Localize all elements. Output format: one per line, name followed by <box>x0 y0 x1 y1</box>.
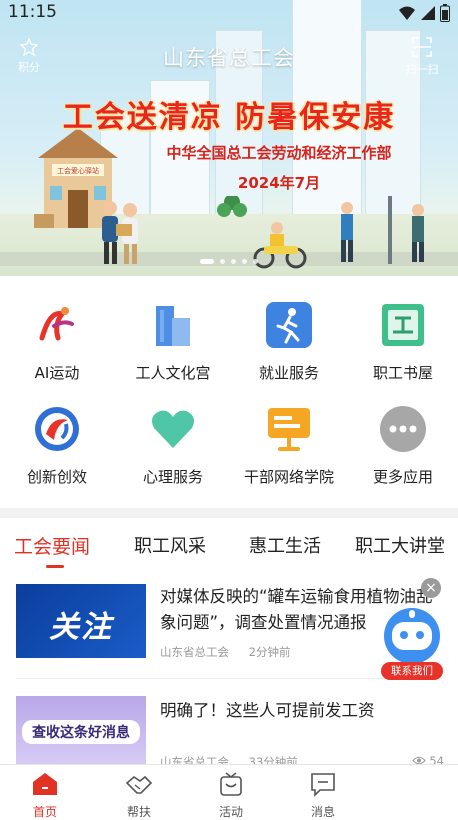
service-label: 心理服务 <box>142 468 203 486</box>
service-book-house[interactable]: 职工书屋 <box>346 300 458 383</box>
news-item[interactable]: 查收这条好消息 明确了！这些人可提前发工资 山东省总工会 33分钟前 54 <box>0 696 458 769</box>
news-tabs: 工会要闻 职工风采 惠工生活 职工大讲堂 <box>0 518 458 570</box>
service-label: 干部网络学院 <box>243 468 334 486</box>
culture-palace-icon <box>156 306 190 346</box>
bottom-nav: 首页 帮扶 活动 消息 <box>0 764 458 820</box>
house-sign-text: 工会爱心驿站 <box>57 166 99 175</box>
ai-sport-icon <box>39 307 74 341</box>
service-innovation[interactable]: 创新创效 <box>0 404 114 487</box>
heart-icon <box>152 410 194 448</box>
employment-icon <box>266 302 312 348</box>
carousel-dot[interactable] <box>253 259 258 264</box>
service-culture-palace[interactable]: 工人文化宫 <box>116 300 230 383</box>
nav-activity[interactable]: 活动 <box>196 771 266 820</box>
network-academy-icon <box>268 408 310 451</box>
scan-button[interactable]: 扫一扫 <box>404 36 440 77</box>
carousel-dot[interactable] <box>242 259 247 264</box>
status-time: 11:15 <box>8 2 57 22</box>
service-label: 职工书屋 <box>372 364 433 382</box>
news-title: 明确了！这些人可提前发工资 <box>160 701 375 720</box>
banner-date: 2024年7月 <box>237 174 321 192</box>
more-icon <box>380 406 426 452</box>
nav-label: 帮扶 <box>126 805 151 819</box>
top-bar: 积分 山东省总工会 扫一扫 <box>0 36 458 80</box>
news-time: 2分钟前 <box>248 645 291 659</box>
contact-us-label: 联系我们 <box>381 662 443 680</box>
service-label: AI运动 <box>34 364 80 382</box>
signal-icon <box>421 6 435 20</box>
tab-worker-style[interactable]: 职工风采 <box>134 532 206 558</box>
status-icons <box>398 4 450 22</box>
tab-union-news[interactable]: 工会要闻 <box>14 532 90 559</box>
news-source: 山东省总工会 <box>160 645 229 659</box>
service-network-academy[interactable]: 干部网络学院 <box>232 404 346 487</box>
nav-messages[interactable]: 消息 <box>288 771 358 820</box>
news-thumbnail: 关注 <box>16 584 146 658</box>
nav-label: 活动 <box>218 805 243 819</box>
scan-label: 扫一扫 <box>405 63 439 76</box>
thumbnail-text: 查收这条好消息 <box>22 720 140 744</box>
carousel-dot[interactable] <box>231 259 236 264</box>
robot-icon <box>384 608 440 664</box>
banner-headline: 工会送清凉 防暑保安康 <box>62 100 396 135</box>
carousel-dot-active[interactable] <box>200 259 214 264</box>
section-separator <box>0 508 458 518</box>
service-employment[interactable]: 就业服务 <box>232 300 346 383</box>
activity-icon <box>220 772 242 796</box>
service-label: 工人文化宫 <box>135 364 211 382</box>
nav-home[interactable]: 首页 <box>10 771 80 820</box>
thumbnail-text: 关注 <box>49 610 113 645</box>
contact-us-robot[interactable]: 联系我们 <box>378 606 446 682</box>
nav-label: 首页 <box>32 805 57 819</box>
tab-lecture-hall[interactable]: 职工大讲堂 <box>355 532 445 558</box>
innovation-icon <box>35 407 79 451</box>
battery-icon <box>440 4 450 22</box>
carousel-dot[interactable] <box>220 259 225 264</box>
service-grid: AI运动 工人文化宫 就业服务 职工书屋 创新创效 心理服务 干部网络学院 更多… <box>0 276 458 508</box>
service-more[interactable]: 更多应用 <box>346 404 458 487</box>
handshake-icon <box>125 775 153 794</box>
tab-worker-life[interactable]: 惠工生活 <box>249 532 321 558</box>
app-title: 山东省总工会 <box>163 46 295 70</box>
carousel-indicator <box>0 259 458 264</box>
service-label: 创新创效 <box>26 468 87 486</box>
wifi-icon <box>399 6 415 20</box>
app-screen: 工会爱心驿站 工会送清凉 防暑保安康 中华全国总工会劳动和经济工作部 2024年… <box>0 0 458 820</box>
nav-label: 消息 <box>310 805 335 819</box>
news-thumbnail: 查收这条好消息 <box>16 696 146 764</box>
service-label: 就业服务 <box>258 364 319 382</box>
nav-assist[interactable]: 帮扶 <box>104 771 174 820</box>
news-meta: 山东省总工会 2分钟前 <box>160 644 290 660</box>
service-ai-sport[interactable]: AI运动 <box>0 300 114 383</box>
service-label: 更多应用 <box>372 468 433 486</box>
close-float-button[interactable]: × <box>421 578 441 598</box>
service-psychology[interactable]: 心理服务 <box>116 404 230 487</box>
banner-subtitle: 中华全国总工会劳动和经济工作部 <box>166 144 392 162</box>
book-house-icon <box>382 304 424 346</box>
home-icon <box>33 773 57 795</box>
people-illustration <box>102 196 424 269</box>
status-bar: 11:15 <box>0 0 458 26</box>
message-icon <box>311 773 335 797</box>
active-tab-indicator <box>46 565 64 568</box>
scan-icon <box>412 37 432 57</box>
